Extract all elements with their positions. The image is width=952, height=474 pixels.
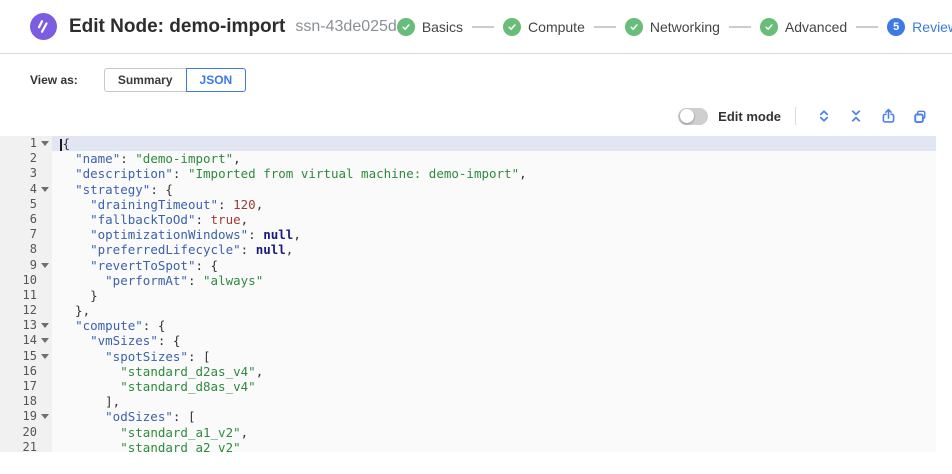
code-line[interactable]: "description": "Imported from virtual ma… xyxy=(52,166,936,181)
view-as-row: View as: Summary JSON xyxy=(0,68,952,92)
line-number: 3 xyxy=(0,166,52,181)
text-cursor xyxy=(60,139,62,151)
code-line[interactable]: "name": "demo-import", xyxy=(52,151,936,166)
line-number: 15 xyxy=(0,349,52,364)
code-line[interactable]: { xyxy=(52,136,936,151)
stepper-step-advanced[interactable]: Advanced xyxy=(760,18,847,36)
check-icon xyxy=(760,18,778,36)
code-line[interactable]: "performAt": "always" xyxy=(52,273,936,288)
line-number: 21 xyxy=(0,440,52,452)
code-line[interactable]: "odSizes": [ xyxy=(52,409,936,424)
export-icon[interactable] xyxy=(878,106,898,126)
line-number: 7 xyxy=(0,227,52,242)
stepper-connector xyxy=(594,26,616,28)
step-label: Review xyxy=(912,19,952,35)
page-header: Edit Node: demo-import ssn-43de025d Basi… xyxy=(0,0,952,54)
stepper: Basics Compute Networking Advanced 5 Review xyxy=(397,18,952,36)
edit-mode-toggle[interactable] xyxy=(678,108,708,125)
step-label: Basics xyxy=(422,19,463,35)
code-line[interactable]: "standard_a1_v2", xyxy=(52,425,936,440)
check-icon xyxy=(503,18,521,36)
editor-gutter: 123456789101112131415161718192021 xyxy=(0,136,52,452)
code-line[interactable]: "drainingTimeout": 120, xyxy=(52,197,936,212)
code-line[interactable]: } xyxy=(52,288,936,303)
line-number: 17 xyxy=(0,379,52,394)
code-line[interactable]: "standard_a2_v2" xyxy=(52,440,936,452)
view-as-toggle: Summary JSON xyxy=(104,68,246,92)
stepper-step-compute[interactable]: Compute xyxy=(503,18,585,36)
line-number: 14 xyxy=(0,333,52,348)
step-label: Compute xyxy=(528,19,585,35)
line-number: 8 xyxy=(0,242,52,257)
expand-icon[interactable] xyxy=(814,106,834,126)
check-icon xyxy=(397,18,415,36)
step-number-badge: 5 xyxy=(887,18,905,36)
view-as-json-button[interactable]: JSON xyxy=(186,68,247,92)
copy-icon[interactable] xyxy=(910,106,930,126)
line-number: 2 xyxy=(0,151,52,166)
fold-arrow-icon[interactable] xyxy=(41,338,49,343)
spot-logo-icon xyxy=(30,13,57,40)
code-line[interactable]: "fallbackToOd": true, xyxy=(52,212,936,227)
line-number: 18 xyxy=(0,394,52,409)
fold-arrow-icon[interactable] xyxy=(41,187,49,192)
view-as-label: View as: xyxy=(30,73,78,87)
code-line[interactable]: "optimizationWindows": null, xyxy=(52,227,936,242)
code-line[interactable]: }, xyxy=(52,303,936,318)
toolbar-divider xyxy=(795,107,796,125)
stepper-step-networking[interactable]: Networking xyxy=(625,18,720,36)
json-editor[interactable]: 123456789101112131415161718192021 { "nam… xyxy=(0,136,936,452)
stepper-connector xyxy=(856,26,878,28)
code-line[interactable]: "revertToSpot": { xyxy=(52,258,936,273)
line-number: 12 xyxy=(0,303,52,318)
page-title: Edit Node: demo-import xyxy=(69,16,285,38)
line-number: 5 xyxy=(0,197,52,212)
editor-code: { "name": "demo-import", "description": … xyxy=(52,136,936,452)
collapse-icon[interactable] xyxy=(846,106,866,126)
check-icon xyxy=(625,18,643,36)
stepper-step-basics[interactable]: Basics xyxy=(397,18,463,36)
fold-arrow-icon[interactable] xyxy=(41,414,49,419)
line-number: 13 xyxy=(0,318,52,333)
node-id: ssn-43de025d xyxy=(295,18,396,36)
view-as-summary-button[interactable]: Summary xyxy=(104,68,187,92)
code-line[interactable]: ], xyxy=(52,394,936,409)
code-line[interactable]: "vmSizes": { xyxy=(52,333,936,348)
line-number: 6 xyxy=(0,212,52,227)
line-number: 19 xyxy=(0,409,52,424)
code-line[interactable]: "spotSizes": [ xyxy=(52,349,936,364)
line-number: 10 xyxy=(0,273,52,288)
edit-mode-label: Edit mode xyxy=(718,109,781,124)
line-number: 11 xyxy=(0,288,52,303)
editor-toolbar: Edit mode xyxy=(0,104,952,128)
line-number: 9 xyxy=(0,258,52,273)
fold-arrow-icon[interactable] xyxy=(41,354,49,359)
code-line[interactable]: "preferredLifecycle": null, xyxy=(52,242,936,257)
step-label: Advanced xyxy=(785,19,847,35)
code-line[interactable]: "compute": { xyxy=(52,318,936,333)
code-line[interactable]: "standard_d8as_v4" xyxy=(52,379,936,394)
step-label: Networking xyxy=(650,19,720,35)
fold-arrow-icon[interactable] xyxy=(41,141,49,146)
line-number: 1 xyxy=(0,136,52,151)
toggle-knob xyxy=(680,109,694,123)
code-line[interactable]: "strategy": { xyxy=(52,182,936,197)
line-number: 16 xyxy=(0,364,52,379)
stepper-step-review[interactable]: 5 Review xyxy=(887,18,952,36)
fold-arrow-icon[interactable] xyxy=(41,323,49,328)
code-line[interactable]: "standard_d2as_v4", xyxy=(52,364,936,379)
fold-arrow-icon[interactable] xyxy=(41,263,49,268)
stepper-connector xyxy=(729,26,751,28)
line-number: 4 xyxy=(0,182,52,197)
line-number: 20 xyxy=(0,425,52,440)
stepper-connector xyxy=(472,26,494,28)
